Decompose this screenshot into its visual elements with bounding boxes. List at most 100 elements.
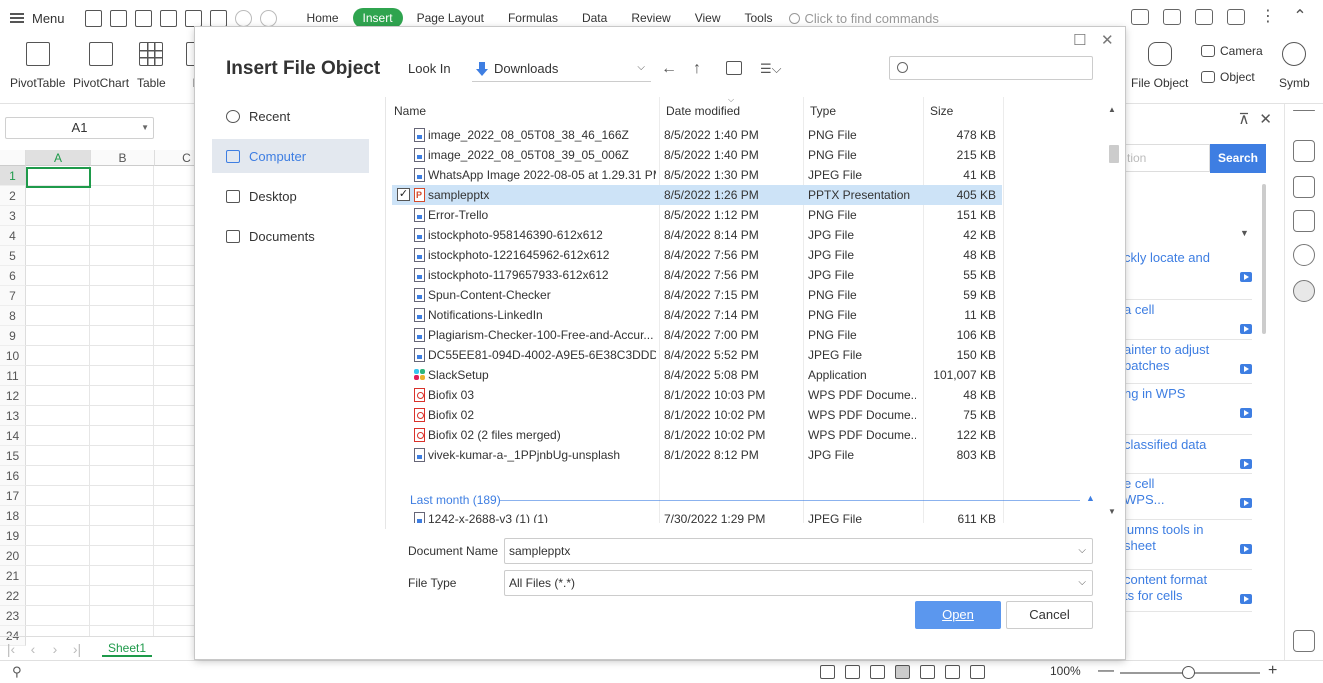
look-in-select[interactable]: Downloads ⌵ [472, 56, 651, 82]
tutorial-link[interactable]: classified data [1124, 437, 1252, 474]
row-header[interactable]: 13 [0, 406, 26, 426]
crosshair-icon[interactable] [845, 665, 860, 679]
tab-data[interactable]: Data [572, 8, 617, 28]
reading-view-icon[interactable] [945, 665, 960, 679]
zoom-slider-handle[interactable] [1182, 666, 1195, 679]
file-object-button[interactable]: File Object [1131, 42, 1188, 90]
column-header-a[interactable]: A [26, 150, 91, 166]
row-header[interactable]: 15 [0, 446, 26, 466]
view-menu-icon[interactable]: ☰⌵ [760, 61, 782, 77]
column-header-b[interactable]: B [91, 150, 155, 166]
play-video-icon[interactable] [1240, 324, 1252, 334]
play-video-icon[interactable] [1240, 498, 1252, 508]
file-row[interactable]: Notifications-LinkedIn 8/4/2022 7:14 PM PN… [392, 305, 1002, 325]
save-icon[interactable] [109, 9, 127, 27]
row-header[interactable]: 12 [0, 386, 26, 406]
place-documents[interactable]: Documents [212, 219, 369, 253]
row-header[interactable]: 23 [0, 606, 26, 626]
row-header[interactable]: 11 [0, 366, 26, 386]
file-row[interactable]: istockphoto-1221645962-612x612 8/4/2022 7… [392, 245, 1002, 265]
row-header[interactable]: 7 [0, 286, 26, 306]
file-row[interactable]: Error-Trello 8/5/2022 1:12 PM PNG File 151 … [392, 205, 1002, 225]
file-row[interactable]: vivek-kumar-a-_1PPjnbUg-unsplash 8/1/2022… [392, 445, 1002, 465]
pane-scrollbar[interactable] [1262, 184, 1266, 334]
file-row[interactable]: ✓ samplepptx 8/5/2022 1:26 PM PPTX Presenta… [392, 185, 1002, 205]
column-name[interactable]: Name [394, 104, 426, 118]
history-icon[interactable] [1293, 244, 1315, 266]
camera-button[interactable]: Camera [1201, 44, 1263, 58]
tab-tools[interactable]: Tools [734, 8, 782, 28]
cancel-button[interactable]: Cancel [1006, 601, 1093, 629]
row-header[interactable]: 9 [0, 326, 26, 346]
collapse-group-icon[interactable]: ▲ [1086, 493, 1095, 503]
share-icon[interactable] [1131, 9, 1149, 25]
more-icon[interactable]: ⋮ [1259, 9, 1277, 25]
file-row[interactable]: SlackSetup 8/4/2022 5:08 PM Application 101… [392, 365, 1002, 385]
tab-formulas[interactable]: Formulas [498, 8, 568, 28]
row-header[interactable]: 6 [0, 266, 26, 286]
table-button[interactable]: Table [137, 42, 166, 90]
cell-area[interactable] [26, 166, 200, 636]
export-pdf-icon[interactable] [134, 9, 152, 27]
file-search-input[interactable] [889, 56, 1093, 80]
chevron-down-icon[interactable]: ⌵ [1078, 571, 1086, 595]
row-header[interactable]: 18 [0, 506, 26, 526]
apps-grid-icon[interactable] [1293, 630, 1315, 652]
file-list-scrollbar[interactable]: ▲ ▼ [1108, 105, 1119, 519]
select-all-corner[interactable] [0, 150, 26, 166]
tab-page-layout[interactable]: Page Layout [407, 8, 494, 28]
file-row[interactable]: istockphoto-958146390-612x612 8/4/2022 8:… [392, 225, 1002, 245]
cloud-icon[interactable] [1163, 9, 1181, 25]
tutorial-link[interactable]: lumns tools in sheet [1124, 522, 1252, 570]
sync-icon[interactable] [1195, 9, 1213, 25]
pin-icon[interactable]: ⊼ [1238, 110, 1249, 128]
tab-view[interactable]: View [685, 8, 731, 28]
column-date-modified[interactable]: Date modified [666, 104, 740, 118]
file-row[interactable]: image_2022_08_05T08_38_46_166Z 8/5/2022 1… [392, 125, 1002, 145]
normal-view-icon[interactable] [895, 665, 910, 679]
pivot-table-button[interactable]: PivotTable [10, 42, 65, 90]
scrollbar-thumb[interactable] [1109, 145, 1119, 163]
tab-home[interactable]: Home [297, 8, 349, 28]
open-folder-icon[interactable] [84, 9, 102, 27]
symbol-button[interactable]: Symb [1279, 42, 1310, 90]
protect-icon[interactable] [820, 665, 835, 679]
play-video-icon[interactable] [1240, 459, 1252, 469]
close-dialog-icon[interactable]: ✕ [1101, 31, 1114, 49]
settings-sliders-icon[interactable] [1293, 210, 1315, 232]
file-row[interactable]: WhatsApp Image 2022-08-05 at 1.29.31 PM 8… [392, 165, 1002, 185]
row-header[interactable]: 17 [0, 486, 26, 506]
place-recent[interactable]: Recent [212, 99, 369, 133]
tutorial-link[interactable]: ng in WPS [1124, 386, 1252, 435]
zoom-out-icon[interactable]: — [1098, 662, 1114, 680]
row-header[interactable]: 19 [0, 526, 26, 546]
prev-sheet-icon[interactable]: ‹ [22, 641, 44, 657]
file-row[interactable]: image_2022_08_05T08_39_05_006Z 8/5/2022 1… [392, 145, 1002, 165]
format-painter-icon[interactable] [209, 9, 227, 27]
row-header[interactable]: 10 [0, 346, 26, 366]
row-header[interactable]: 22 [0, 586, 26, 606]
play-video-icon[interactable] [1240, 272, 1252, 282]
row-header[interactable]: 21 [0, 566, 26, 586]
file-row[interactable]: Spun-Content-Checker 8/4/2022 7:15 PM PNG … [392, 285, 1002, 305]
place-computer[interactable]: Computer [212, 139, 369, 173]
tutorial-link[interactable]: e cell WPS... [1124, 476, 1252, 520]
sheet-tab[interactable]: Sheet1 [102, 641, 153, 657]
column-size[interactable]: Size [930, 104, 953, 118]
name-box-dropdown-icon[interactable]: ▼ [141, 118, 149, 138]
row-header[interactable]: 1 [0, 166, 26, 186]
row-header[interactable]: 20 [0, 546, 26, 566]
zoom-level[interactable]: 100% [1050, 664, 1081, 678]
group-header-last-month[interactable]: Last month (189) [410, 493, 501, 507]
play-video-icon[interactable] [1240, 364, 1252, 374]
file-row[interactable]: 1242-x-2688-v3 (1) (1) 7/30/2022 1:29 PM J… [392, 509, 1002, 523]
row-header[interactable]: 3 [0, 206, 26, 226]
tutorial-link[interactable]: ainter to adjust batches [1124, 342, 1252, 384]
name-box[interactable]: A1 ▼ [5, 117, 154, 139]
checkbox-icon[interactable]: ✓ [397, 188, 410, 201]
pane-dropdown-icon[interactable]: ▼ [1240, 228, 1249, 238]
row-header[interactable]: 5 [0, 246, 26, 266]
redo-icon[interactable] [259, 9, 277, 27]
row-header[interactable]: 4 [0, 226, 26, 246]
last-sheet-icon[interactable]: ›| [66, 641, 88, 657]
